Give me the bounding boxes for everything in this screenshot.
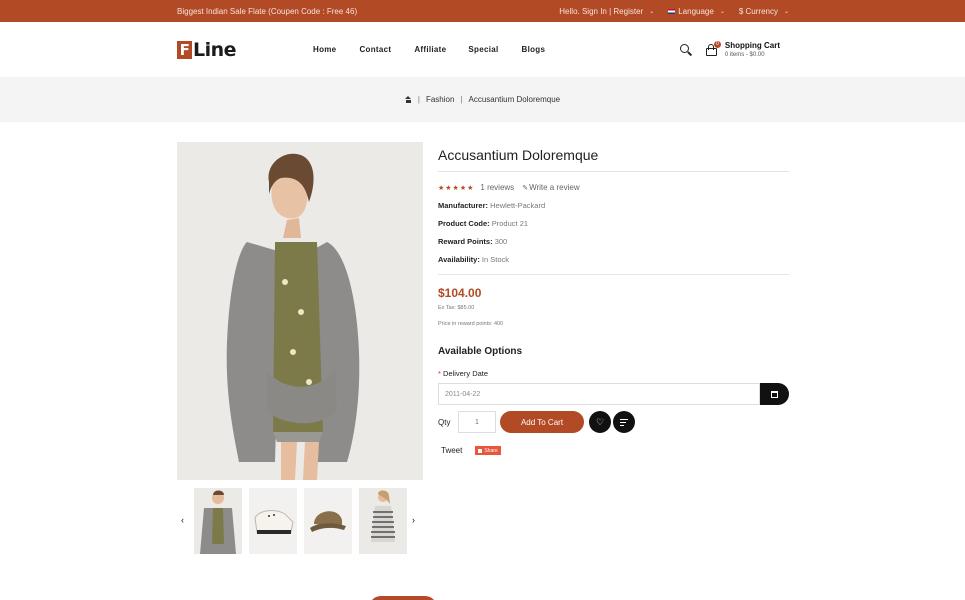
qty-label: Qty — [438, 417, 451, 427]
breadcrumb-current[interactable]: Accusantium Doloremque — [469, 95, 561, 104]
main-product-image[interactable] — [177, 142, 423, 480]
product-title: Accusantium Doloremque — [438, 142, 789, 172]
spec-availability: Availability: In Stock — [438, 255, 789, 264]
delivery-date-label-text: Delivery Date — [443, 369, 489, 378]
quantity-row: Qty Add To Cart ♡ — [438, 411, 789, 433]
tweet-button[interactable]: Tweet — [441, 446, 462, 455]
spec-product-code: Product Code: Product 21 — [438, 219, 789, 228]
top-bar: Biggest Indian Sale Flate (Coupen Code :… — [0, 0, 965, 22]
pencil-icon: ✎ — [522, 184, 529, 192]
chevron-down-icon: ⌄ — [783, 8, 789, 15]
account-label: Hello. Sign In | Register — [559, 6, 644, 16]
product-info: Accusantium Doloremque ★★★★★ 1 reviews ✎… — [438, 142, 789, 455]
share-row: Tweet Share — [441, 446, 789, 455]
language-label: Language — [678, 6, 714, 16]
cart-count-badge: 0 — [713, 40, 721, 48]
chevron-right-icon[interactable]: › — [412, 515, 415, 525]
wishlist-button[interactable]: ♡ — [589, 411, 611, 433]
chevron-left-icon[interactable]: ‹ — [181, 515, 184, 525]
thumbnail-cardigan[interactable] — [194, 488, 242, 554]
share-button[interactable]: Share — [475, 446, 501, 455]
nav-home[interactable]: Home — [313, 45, 336, 54]
breadcrumb-separator: | — [460, 95, 463, 104]
cart-title: Shopping Cart — [724, 41, 780, 50]
spec-manufacturer: Manufacturer: Hewlett-Packard — [438, 201, 789, 210]
currency-label: $ Currency — [738, 6, 778, 16]
product-price: $104.00 — [438, 286, 482, 300]
spec-value[interactable]: Hewlett-Packard — [490, 201, 545, 210]
delivery-date-input[interactable] — [438, 383, 760, 405]
share-label: Share — [484, 447, 498, 454]
delivery-date-label: * Delivery Date — [438, 369, 789, 378]
spec-label: Product Code: — [438, 219, 490, 228]
logo-text: Line — [193, 38, 237, 61]
compare-icon — [620, 418, 628, 426]
options-title: Available Options — [438, 346, 523, 357]
quantity-input[interactable] — [458, 411, 496, 433]
reward-price: Price in reward points: 400 — [438, 321, 504, 327]
breadcrumb-fashion[interactable]: Fashion — [426, 95, 454, 104]
write-review-link[interactable]: Write a review — [529, 183, 580, 192]
breadcrumb-separator: | — [417, 95, 420, 104]
heart-icon: ♡ — [595, 416, 605, 427]
chevron-down-icon: ⌄ — [719, 8, 725, 15]
site-header: F Line Home Contact Affiliate Special Blo… — [0, 22, 965, 77]
shopping-cart[interactable]: 0 Shopping Cart 0 items - $0.00 — [705, 40, 780, 58]
promo-text: Biggest Indian Sale Flate (Coupen Code :… — [177, 6, 358, 16]
add-to-cart-button[interactable]: Add To Cart — [500, 411, 584, 433]
cart-icon: 0 — [705, 40, 721, 56]
cart-summary: 0 items - $0.00 — [724, 52, 765, 58]
search-icon[interactable] — [679, 43, 692, 56]
breadcrumb: | Fashion | Accusantium Doloremque — [0, 77, 965, 122]
logo[interactable]: F Line — [177, 38, 237, 61]
spec-label: Availability: — [438, 255, 480, 264]
account-link[interactable]: Hello. Sign In | Register ⌄ — [559, 7, 654, 16]
nav-affiliate[interactable]: Affiliate — [414, 45, 446, 54]
logo-mark: F — [177, 40, 192, 59]
flag-icon — [668, 8, 676, 14]
bottom-tab-button[interactable] — [369, 596, 437, 600]
spec-label: Manufacturer: — [438, 201, 489, 210]
spec-value: In Stock — [481, 255, 510, 264]
thumbnail-carousel: ‹ › — [177, 488, 423, 554]
home-icon[interactable] — [404, 96, 412, 103]
currency-dropdown[interactable]: $ Currency ⌄ — [739, 7, 789, 16]
spec-value: 300 — [494, 237, 508, 246]
nav-blogs[interactable]: Blogs — [522, 45, 546, 54]
chevron-down-icon: ⌄ — [649, 8, 655, 15]
main-nav: Home Contact Affiliate Special Blogs — [313, 22, 545, 77]
nav-special[interactable]: Special — [468, 45, 498, 54]
rating-row: ★★★★★ 1 reviews ✎ Write a review — [438, 183, 789, 192]
thumbnail-cap[interactable] — [304, 488, 352, 554]
share-icon — [478, 448, 483, 453]
divider — [438, 274, 789, 275]
header-actions: 0 Shopping Cart 0 items - $0.00 — [679, 22, 780, 77]
nav-contact[interactable]: Contact — [359, 45, 391, 54]
rating-stars: ★★★★★ — [438, 184, 475, 192]
language-dropdown[interactable]: Language ⌄ — [668, 7, 725, 16]
calendar-button[interactable] — [760, 383, 789, 405]
top-bar-right: Hello. Sign In | Register ⌄ Language ⌄ $ C… — [559, 7, 789, 16]
spec-reward-points: Reward Points: 300 — [438, 237, 789, 246]
delivery-date-row — [438, 383, 789, 405]
compare-button[interactable] — [613, 411, 635, 433]
thumbnail-sneakers[interactable] — [249, 488, 297, 554]
thumbnail-dress[interactable] — [359, 488, 407, 554]
required-asterisk: * — [438, 369, 441, 378]
product-section: ‹ › Accusantium Doloremque ★★★★★ 1 revie… — [0, 122, 965, 600]
spec-value: Product 21 — [491, 219, 529, 228]
ex-tax-price: Ex Tax: $85.00 — [438, 305, 475, 311]
calendar-icon — [771, 390, 778, 398]
spec-label: Reward Points: — [438, 237, 493, 246]
reviews-link[interactable]: 1 reviews — [480, 183, 514, 192]
